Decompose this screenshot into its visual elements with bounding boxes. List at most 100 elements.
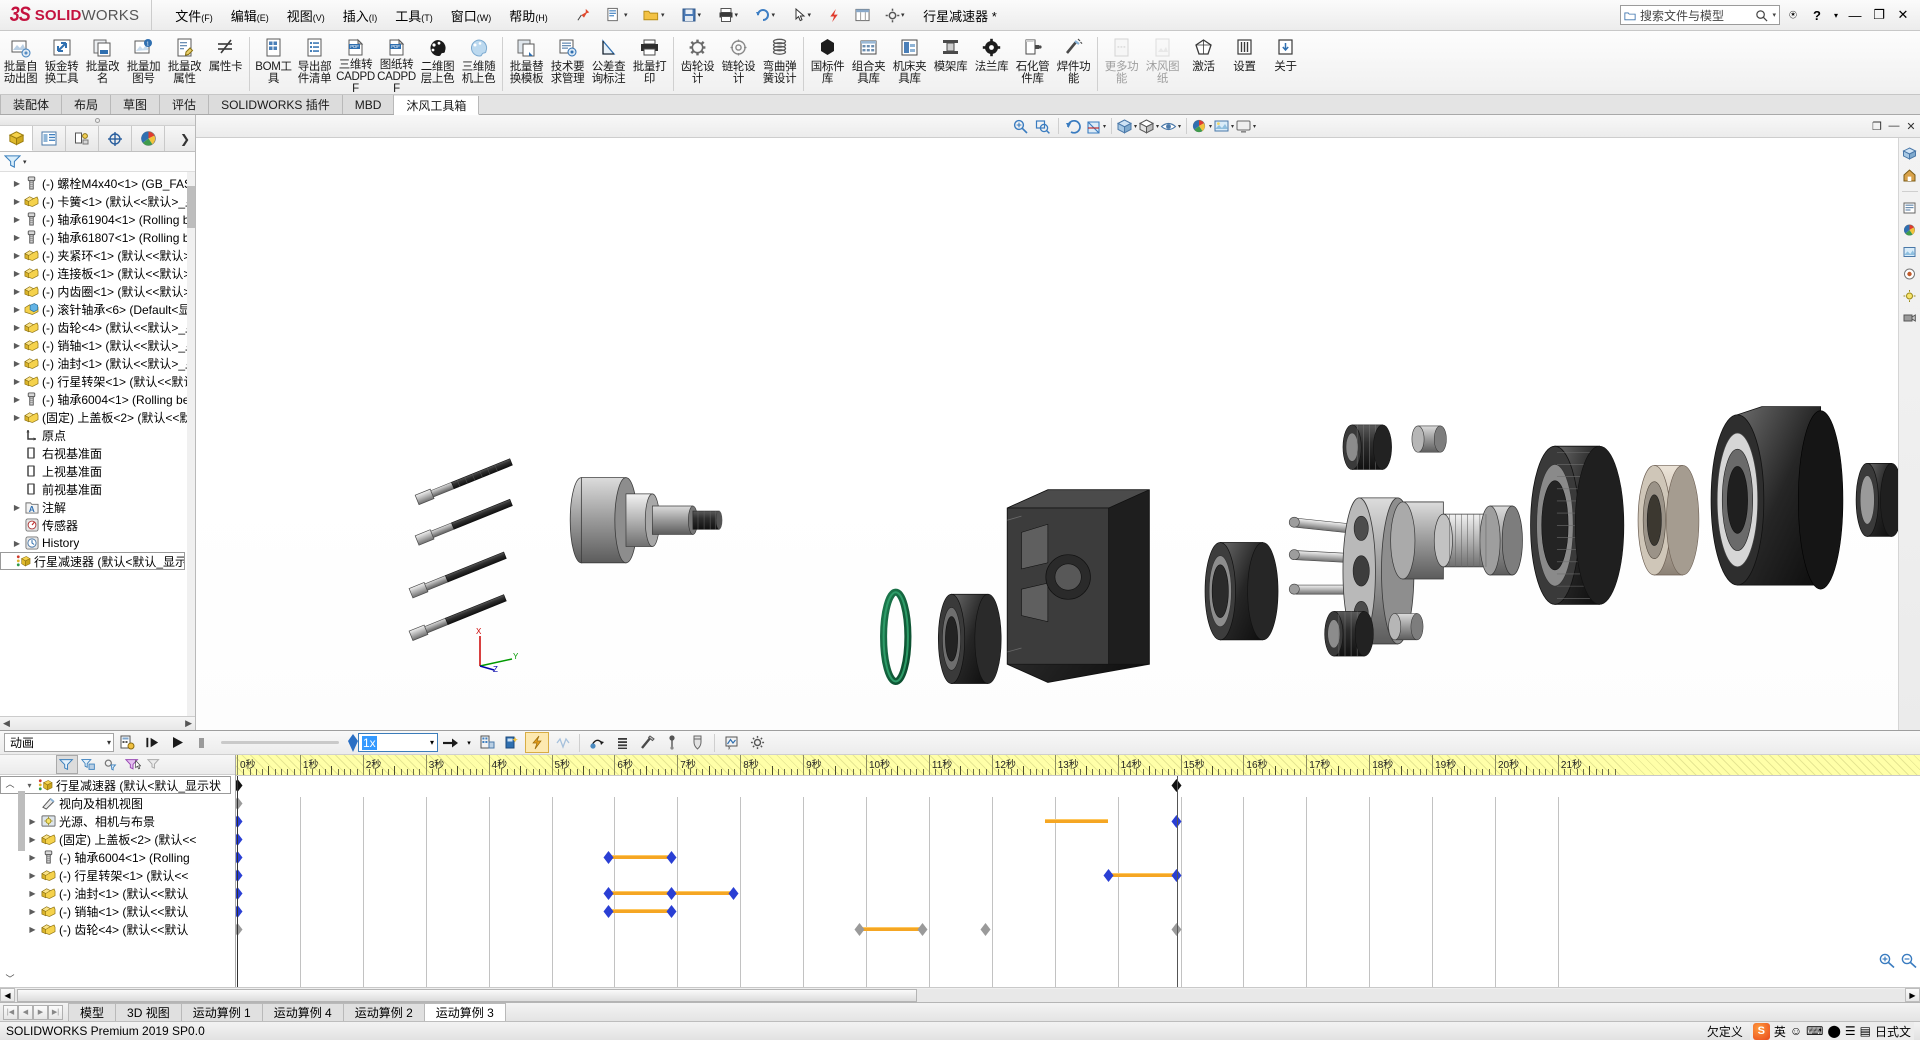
- keyframe-marker[interactable]: [666, 886, 677, 900]
- list-view-button[interactable]: [1901, 199, 1919, 217]
- filter-moving-button[interactable]: [100, 755, 122, 774]
- export-partlist-button[interactable]: 导出部件清单: [294, 33, 335, 93]
- feature-tree-item[interactable]: ▶ (-) 行星转架<1> (默认<<默认>_: [0, 372, 195, 390]
- hide-show-button[interactable]: ▾: [1160, 116, 1182, 137]
- force-button[interactable]: [610, 732, 634, 753]
- expand-arrow-icon[interactable]: ▶: [11, 197, 23, 206]
- open-document-icon[interactable]: ▾: [636, 3, 672, 27]
- keyframe-marker[interactable]: [603, 850, 614, 864]
- scrollbar-thumb[interactable]: [187, 186, 195, 228]
- document-tab-3D-视图[interactable]: 3D 视图: [115, 1003, 182, 1021]
- motor-button[interactable]: [525, 732, 549, 753]
- view-orientation-button[interactable]: ▾: [1116, 116, 1138, 137]
- feature-tree-item[interactable]: ▶ A 注解: [0, 498, 195, 516]
- feature-tree-item[interactable]: ▶ History: [0, 534, 195, 552]
- ime-smiley-icon[interactable]: ☺: [1790, 1024, 1802, 1038]
- keyframe-marker[interactable]: [854, 922, 865, 936]
- close-icon[interactable]: ✕: [1892, 4, 1914, 26]
- restore-icon[interactable]: ❐: [1868, 4, 1890, 26]
- feature-tree-item[interactable]: ▶ (-) 轴承61807<1> (Rolling bear: [0, 228, 195, 246]
- tab-布局[interactable]: 布局: [62, 95, 112, 114]
- tab-评估[interactable]: 评估: [160, 95, 210, 114]
- settings-button[interactable]: 设置: [1224, 33, 1265, 93]
- motion-tree-item[interactable]: ▶ (-) 油封<1> (默认<<默认: [0, 884, 235, 902]
- motion-tree-item[interactable]: ▶ (-) 齿轮<4> (默认<<默认: [0, 920, 235, 938]
- expand-arrow-icon[interactable]: ▶: [11, 503, 23, 512]
- playback-slider[interactable]: [221, 732, 339, 753]
- feature-tree-item[interactable]: ▶ (-) 轴承61904<1> (Rolling bear: [0, 210, 195, 228]
- motion-tree-scroll-arrows[interactable]: ︿ ﹀: [2, 775, 18, 987]
- expand-arrow-icon[interactable]: ▶: [26, 835, 39, 844]
- gravity-button[interactable]: [660, 732, 684, 753]
- keyframe-marker[interactable]: [603, 886, 614, 900]
- 3d-random-color-button[interactable]: 三维随机上色: [458, 33, 499, 93]
- lights-button[interactable]: [1901, 287, 1919, 305]
- zoom-to-fit-button[interactable]: [1010, 116, 1032, 137]
- mufeng-drawing-button[interactable]: 沐风图纸: [1142, 33, 1183, 93]
- gear-design-button[interactable]: 齿轮设计: [677, 33, 718, 93]
- ime-indicator[interactable]: S 英 ☺ ⌨ ⬤ ☰ ▤ 日式文: [1749, 1022, 1914, 1040]
- batch-print-button[interactable]: 批量打印: [629, 33, 670, 93]
- previous-view-button[interactable]: [1063, 116, 1085, 137]
- view-settings-button[interactable]: ▾: [1235, 116, 1257, 137]
- spring-design-button[interactable]: 弯曲弹簧设计: [759, 33, 800, 93]
- feature-tree-filter[interactable]: ▾: [0, 152, 195, 172]
- ime-keyboard-icon[interactable]: ⌨: [1806, 1024, 1823, 1038]
- playback-mode-button[interactable]: [439, 732, 463, 753]
- batch-add-number-button[interactable]: 1 批量加图号: [123, 33, 164, 93]
- timeline-panel[interactable]: 0秒 1秒 2秒 3秒 4秒 5秒 6秒 7秒 8秒 9秒 10秒 11秒 12秒 13秒 14秒 15秒 16…: [236, 755, 1920, 987]
- feature-tree-item[interactable]: ▶ (-) 齿轮<4> (默认<<默认>_显示: [0, 318, 195, 336]
- batch-replace-template-button[interactable]: 批量替换模板: [506, 33, 547, 93]
- keyframe-marker[interactable]: [980, 922, 991, 936]
- display-style-button[interactable]: ▾: [1138, 116, 1160, 137]
- displaymanager-tab[interactable]: [132, 126, 165, 151]
- scroll-left-icon[interactable]: ◀: [0, 988, 15, 1002]
- feature-tree-item[interactable]: 原点: [0, 426, 195, 444]
- feature-tree[interactable]: ▶ (-) 螺栓M4x40<1> (GB_FASTEN ▶ (-) 卡簧<1> (默认…: [0, 172, 195, 716]
- menu-tools[interactable]: 工具(T): [386, 3, 442, 28]
- expand-arrow-icon[interactable]: ▶: [11, 251, 23, 260]
- print-icon[interactable]: ▾: [710, 3, 746, 27]
- save-animation-button[interactable]: [475, 732, 499, 753]
- filter-selected-button[interactable]: [122, 755, 144, 774]
- document-tab-模型[interactable]: 模型: [68, 1003, 117, 1021]
- save-icon[interactable]: ▾: [673, 3, 709, 27]
- motion-tree-item[interactable]: ▶ (固定) 上盖板<2> (默认<<: [0, 830, 235, 848]
- expand-arrow-icon[interactable]: ▶: [11, 413, 23, 422]
- tree-scroll-right-icon[interactable]: ▶: [185, 718, 192, 729]
- dimxpert-tab[interactable]: [99, 126, 132, 151]
- feature-manager-tabs-more-icon[interactable]: ❯: [175, 132, 195, 146]
- tab-prev-icon[interactable]: ◀: [18, 1004, 33, 1020]
- expand-arrow-icon[interactable]: ▶: [11, 233, 23, 242]
- timeline-row[interactable]: [236, 866, 1920, 884]
- timeline-ruler[interactable]: 0秒 1秒 2秒 3秒 4秒 5秒 6秒 7秒 8秒 9秒 10秒 11秒 12秒 13秒 14秒 15秒 16…: [236, 755, 1920, 776]
- expand-arrow-icon[interactable]: ▶: [11, 359, 23, 368]
- view-restore-icon[interactable]: ❐: [1870, 120, 1884, 133]
- expand-arrow-icon[interactable]: ▶: [26, 889, 39, 898]
- pin-icon[interactable]: [571, 3, 598, 27]
- timeline-end-marker[interactable]: [1176, 776, 1178, 987]
- gb-parts-library-button[interactable]: 国标件库: [807, 33, 848, 93]
- rebuild-icon[interactable]: [821, 3, 848, 27]
- expand-arrow-icon[interactable]: ▶: [26, 871, 39, 880]
- decals-button[interactable]: [1901, 265, 1919, 283]
- filter-button[interactable]: [56, 755, 78, 774]
- select-icon[interactable]: ▾: [784, 3, 820, 27]
- ime-mic-icon[interactable]: ⬤: [1827, 1024, 1840, 1038]
- keyframe-marker[interactable]: [666, 904, 677, 918]
- weldment-button[interactable]: 焊件功能: [1053, 33, 1094, 93]
- tab-装配体[interactable]: 装配体: [0, 95, 63, 114]
- menu-file[interactable]: 文件(F): [166, 3, 222, 28]
- activate-button[interactable]: 激活: [1183, 33, 1224, 93]
- view-minimize-icon[interactable]: —: [1887, 120, 1901, 132]
- sprocket-design-button[interactable]: 链轮设计: [718, 33, 759, 93]
- minimize-icon[interactable]: —: [1844, 4, 1866, 26]
- keyframe-marker[interactable]: [603, 904, 614, 918]
- feature-tree-item[interactable]: 传感器: [0, 516, 195, 534]
- menu-insert[interactable]: 插入(I): [334, 3, 387, 28]
- feature-tree-item[interactable]: 前视基准面: [0, 480, 195, 498]
- play-button[interactable]: [165, 732, 189, 753]
- timeline-playhead[interactable]: [237, 776, 238, 987]
- tolerance-query-button[interactable]: 公差查询标注: [588, 33, 629, 93]
- document-tab-运动算例-2[interactable]: 运动算例 2: [342, 1003, 425, 1021]
